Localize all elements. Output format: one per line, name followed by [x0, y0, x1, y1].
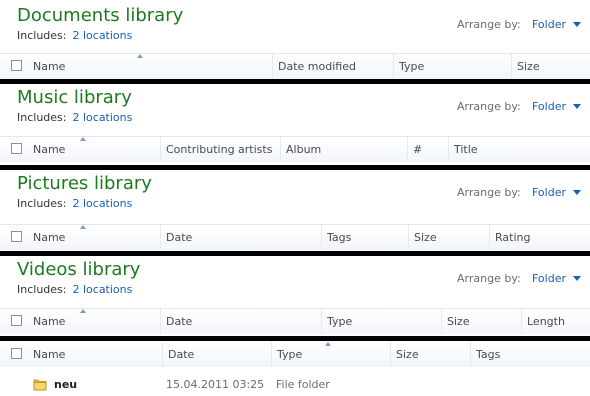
arrange-by-dropdown[interactable]: Folder — [532, 18, 581, 31]
divider — [0, 79, 590, 84]
includes-label: Includes: — [17, 29, 67, 42]
arrange-by-dropdown[interactable]: Folder — [532, 186, 581, 199]
column-header-type[interactable]: Type — [271, 342, 390, 367]
column-header-size[interactable]: Size — [390, 342, 470, 367]
column-header-name[interactable]: Name — [28, 309, 160, 334]
column-header-type[interactable]: Type — [321, 309, 441, 334]
column-header-rating[interactable]: Rating — [489, 225, 590, 250]
select-all-checkbox[interactable] — [11, 231, 22, 242]
column-header-size[interactable]: Size — [441, 309, 521, 334]
library-title: Videos library — [17, 259, 141, 280]
includes-text: Includes: 2 locations — [17, 111, 132, 124]
column-header-title[interactable]: Title — [448, 137, 590, 162]
arrange-by-label: Arrange by: — [457, 18, 521, 31]
library-title: Pictures library — [17, 173, 152, 194]
includes-text: Includes: 2 locations — [17, 283, 132, 296]
includes-text: Includes: 2 locations — [17, 197, 132, 210]
select-all-checkbox[interactable] — [11, 315, 22, 326]
arrange-by-label: Arrange by: — [457, 186, 521, 199]
column-header-date[interactable]: Date — [160, 309, 321, 334]
includes-text: Includes: 2 locations — [17, 29, 132, 42]
column-header-bar: Name Date modified Type Size — [0, 53, 590, 79]
column-header-size[interactable]: Size — [408, 225, 489, 250]
arrange-by-value: Folder — [532, 272, 566, 285]
divider — [0, 251, 590, 256]
column-header-bar: Name Date Type Size Length — [0, 308, 590, 334]
locations-link[interactable]: 2 locations — [72, 111, 132, 124]
column-header-tags[interactable]: Tags — [321, 225, 408, 250]
column-header-date[interactable]: Date — [160, 225, 321, 250]
library-title: Documents library — [17, 5, 184, 26]
column-header-date-modified[interactable]: Date modified — [272, 54, 393, 79]
column-header-bar: Name Date Type Size Tags — [0, 342, 590, 367]
column-header-tags[interactable]: Tags — [470, 342, 590, 367]
arrange-by-dropdown[interactable]: Folder — [532, 100, 581, 113]
divider — [0, 336, 590, 341]
column-header-bar: Name Date Tags Size Rating — [0, 224, 590, 250]
divider — [0, 165, 590, 170]
column-header-album[interactable]: Album — [280, 137, 407, 162]
column-header-bar: Name Contributing artists Album # Title — [0, 136, 590, 162]
column-header-length[interactable]: Length — [521, 309, 590, 334]
arrange-by-value: Folder — [532, 100, 566, 113]
chevron-down-icon — [573, 276, 581, 281]
chevron-down-icon — [573, 104, 581, 109]
column-header-name[interactable]: Name — [28, 54, 272, 79]
arrange-by-value: Folder — [532, 186, 566, 199]
locations-link[interactable]: 2 locations — [72, 29, 132, 42]
includes-label: Includes: — [17, 283, 67, 296]
arrange-by-value: Folder — [532, 18, 566, 31]
column-header-date[interactable]: Date — [162, 342, 271, 367]
column-header-type[interactable]: Type — [393, 54, 511, 79]
locations-link[interactable]: 2 locations — [72, 197, 132, 210]
select-all-checkbox[interactable] — [11, 60, 22, 71]
chevron-down-icon — [573, 190, 581, 195]
column-header-name[interactable]: Name — [28, 137, 160, 162]
arrange-by-label: Arrange by: — [457, 100, 521, 113]
column-header-contributing-artists[interactable]: Contributing artists — [160, 137, 280, 162]
file-row[interactable]: neu 15.04.2011 03:25 File folder — [0, 374, 590, 396]
chevron-down-icon — [573, 22, 581, 27]
file-name: neu — [54, 378, 78, 391]
locations-link[interactable]: 2 locations — [72, 283, 132, 296]
file-type: File folder — [276, 378, 330, 391]
select-all-checkbox[interactable] — [11, 143, 22, 154]
folder-icon — [33, 379, 47, 391]
select-all-checkbox[interactable] — [11, 348, 22, 359]
library-title: Music library — [17, 87, 132, 108]
arrange-by-label: Arrange by: — [457, 272, 521, 285]
column-header-name[interactable]: Name — [28, 342, 162, 367]
column-header-name[interactable]: Name — [28, 225, 160, 250]
file-date: 15.04.2011 03:25 — [166, 378, 265, 391]
arrange-by-dropdown[interactable]: Folder — [532, 272, 581, 285]
includes-label: Includes: — [17, 111, 67, 124]
includes-label: Includes: — [17, 197, 67, 210]
column-header-track-number[interactable]: # — [407, 137, 448, 162]
column-header-size[interactable]: Size — [511, 54, 590, 79]
